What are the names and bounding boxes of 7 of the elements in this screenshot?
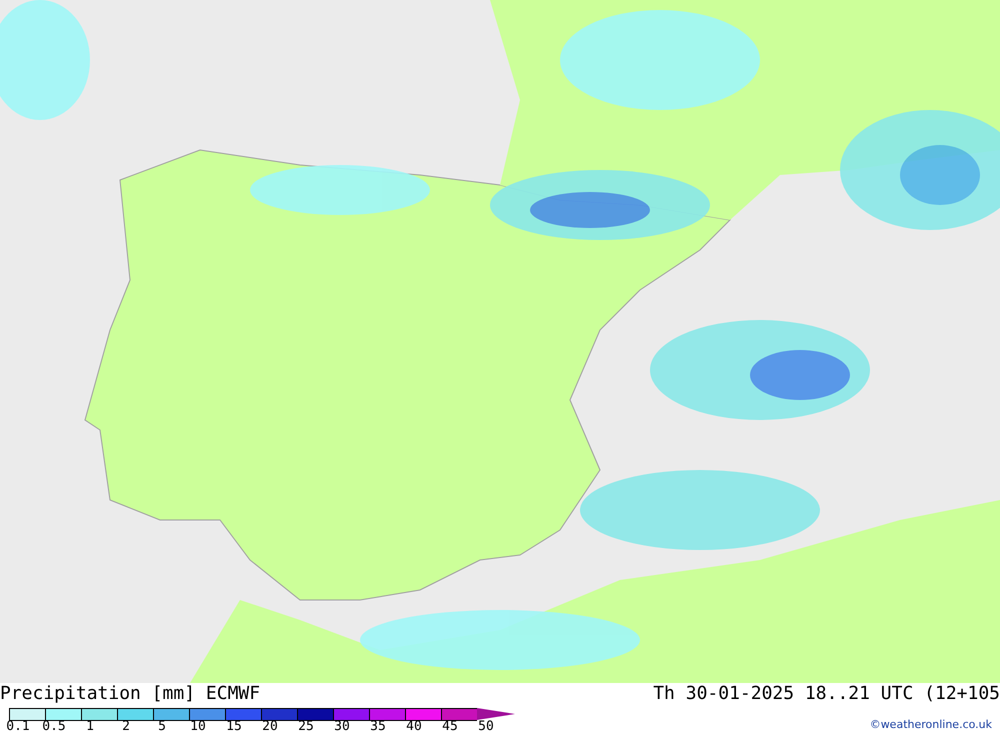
legend-label: 40 xyxy=(405,720,423,733)
map-title: Precipitation [mm] ECMWF xyxy=(0,683,260,705)
copyright-link[interactable]: ©weatheronline.co.uk xyxy=(870,718,992,731)
legend-label: 50 xyxy=(477,720,495,733)
legend-label: 0.1 xyxy=(5,720,31,733)
valid-time: Th 30-01-2025 18..21 UTC (12+105 xyxy=(653,683,1000,705)
legend-arrow-icon xyxy=(477,708,515,720)
